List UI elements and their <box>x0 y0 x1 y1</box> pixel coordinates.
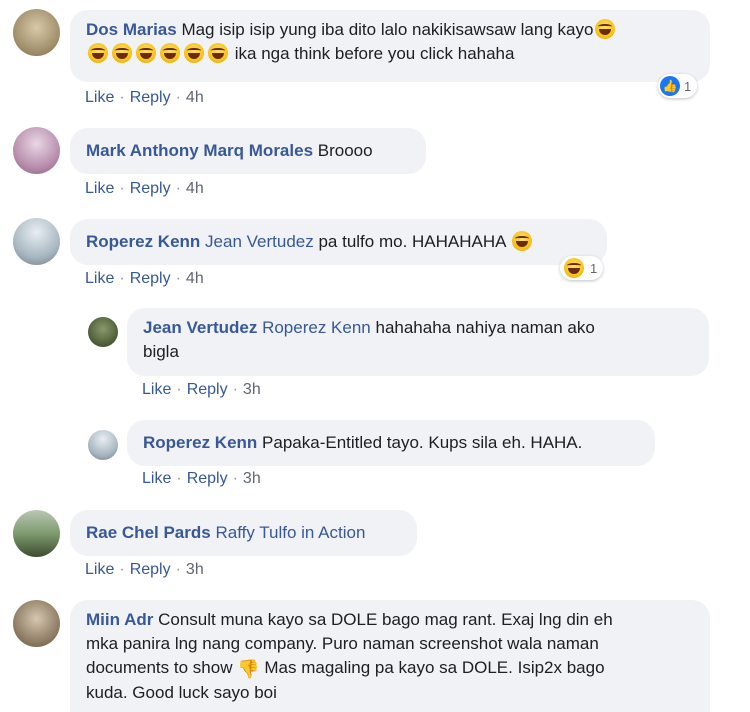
comment-text: Mag isip isip yung iba dito lalo nakikis… <box>181 20 594 39</box>
comment-text: mka panira lng nang company. Puro naman … <box>86 634 599 653</box>
laughing-emoji-icon <box>512 231 533 251</box>
avatar[interactable] <box>13 9 60 56</box>
comment-actions: Like · Reply · 3h <box>85 561 204 578</box>
comment-bubble: Miin Adr Consult muna kayo sa DOLE bago … <box>70 600 710 712</box>
like-link[interactable]: Like <box>85 180 114 197</box>
haha-icon <box>564 258 584 278</box>
comment-actions: Like · Reply · 4h <box>85 89 204 106</box>
comment-author[interactable]: Jean Vertudez <box>143 318 257 337</box>
like-link[interactable]: Like <box>85 89 114 106</box>
comment-actions: Like · Reply · 4h <box>85 270 204 287</box>
timestamp[interactable]: 4h <box>186 89 204 106</box>
like-link[interactable]: Like <box>85 561 114 578</box>
mention-link[interactable]: Raffy Tulfo in Action <box>215 523 365 542</box>
comment-text: pa tulfo mo. HAHAHAHA <box>318 232 506 251</box>
comment-text: documents to show <box>86 658 233 677</box>
like-link[interactable]: Like <box>85 270 114 287</box>
comment-text: Mas magaling pa kayo sa DOLE. Isip2x bag… <box>264 658 605 677</box>
like-link[interactable]: Like <box>142 381 171 398</box>
comment-actions: Like · Reply · 3h <box>142 470 261 487</box>
comment-actions: Like · Reply · 4h <box>85 180 204 197</box>
reply-link[interactable]: Reply <box>130 561 171 578</box>
reply-link[interactable]: Reply <box>130 89 171 106</box>
timestamp[interactable]: 4h <box>186 180 204 197</box>
comment-author[interactable]: Roperez Kenn <box>86 232 200 251</box>
laughing-emoji-icon <box>136 43 156 63</box>
comment-author[interactable]: Dos Marias <box>86 20 177 39</box>
laughing-emoji-icon <box>112 43 132 63</box>
reaction-count: 1 <box>590 260 598 276</box>
reply-link[interactable]: Reply <box>130 270 171 287</box>
reaction-summary[interactable]: 👍 1 <box>658 74 698 98</box>
comment-bubble: Rae Chel Pards Raffy Tulfo in Action <box>70 510 417 556</box>
comment-bubble: Jean Vertudez Roperez Kenn hahahaha nahi… <box>127 308 709 376</box>
avatar[interactable] <box>13 510 60 557</box>
comment-text: kuda. Good luck sayo boi <box>86 683 277 702</box>
laughing-emoji-icon <box>88 43 108 63</box>
timestamp[interactable]: 3h <box>243 381 261 398</box>
mention-link[interactable]: Jean Vertudez <box>205 232 314 251</box>
laughing-emoji-icon <box>160 43 180 63</box>
comment-text: hahahaha nahiya naman ako <box>375 318 595 337</box>
laughing-emoji-icon <box>184 43 204 63</box>
comment-text: bigla <box>143 342 179 361</box>
avatar[interactable] <box>13 600 60 647</box>
reaction-summary[interactable]: 1 <box>560 256 604 280</box>
comment-text: Papaka-Entitled tayo. Kups sila eh. HAHA… <box>262 433 583 452</box>
like-link[interactable]: Like <box>142 470 171 487</box>
timestamp[interactable]: 3h <box>243 470 261 487</box>
avatar[interactable] <box>13 218 60 265</box>
thumbs-down-emoji-icon: 👎 <box>237 659 260 679</box>
reply-link[interactable]: Reply <box>187 470 228 487</box>
like-icon: 👍 <box>660 76 680 96</box>
comment-author[interactable]: Mark Anthony Marq Morales <box>86 141 313 160</box>
comment-author[interactable]: Roperez Kenn <box>143 433 257 452</box>
comment-text: Broooo <box>317 141 373 160</box>
reaction-count: 1 <box>684 78 692 94</box>
comment-actions: Like · Reply · 3h <box>142 381 261 398</box>
comment-bubble: Mark Anthony Marq Morales Broooo <box>70 128 426 174</box>
timestamp[interactable]: 4h <box>186 270 204 287</box>
comment-text: Consult muna kayo sa DOLE bago mag rant.… <box>158 610 613 629</box>
avatar[interactable] <box>88 317 118 347</box>
mention-link[interactable]: Roperez Kenn <box>262 318 371 337</box>
laughing-emoji-icon <box>208 43 228 63</box>
comment-bubble: Roperez Kenn Papaka-Entitled tayo. Kups … <box>127 420 655 466</box>
comment-author[interactable]: Rae Chel Pards <box>86 523 211 542</box>
avatar[interactable] <box>88 430 118 460</box>
avatar[interactable] <box>13 127 60 174</box>
laughing-emoji-icon <box>595 19 616 39</box>
comment-author[interactable]: Miin Adr <box>86 610 153 629</box>
reply-link[interactable]: Reply <box>187 381 228 398</box>
comment-bubble: Roperez Kenn Jean Vertudez pa tulfo mo. … <box>70 219 607 265</box>
timestamp[interactable]: 3h <box>186 561 204 578</box>
comment-text: ika nga think before you click hahaha <box>234 44 515 63</box>
reply-link[interactable]: Reply <box>130 180 171 197</box>
comment-bubble: Dos Marias Mag isip isip yung iba dito l… <box>70 10 710 82</box>
